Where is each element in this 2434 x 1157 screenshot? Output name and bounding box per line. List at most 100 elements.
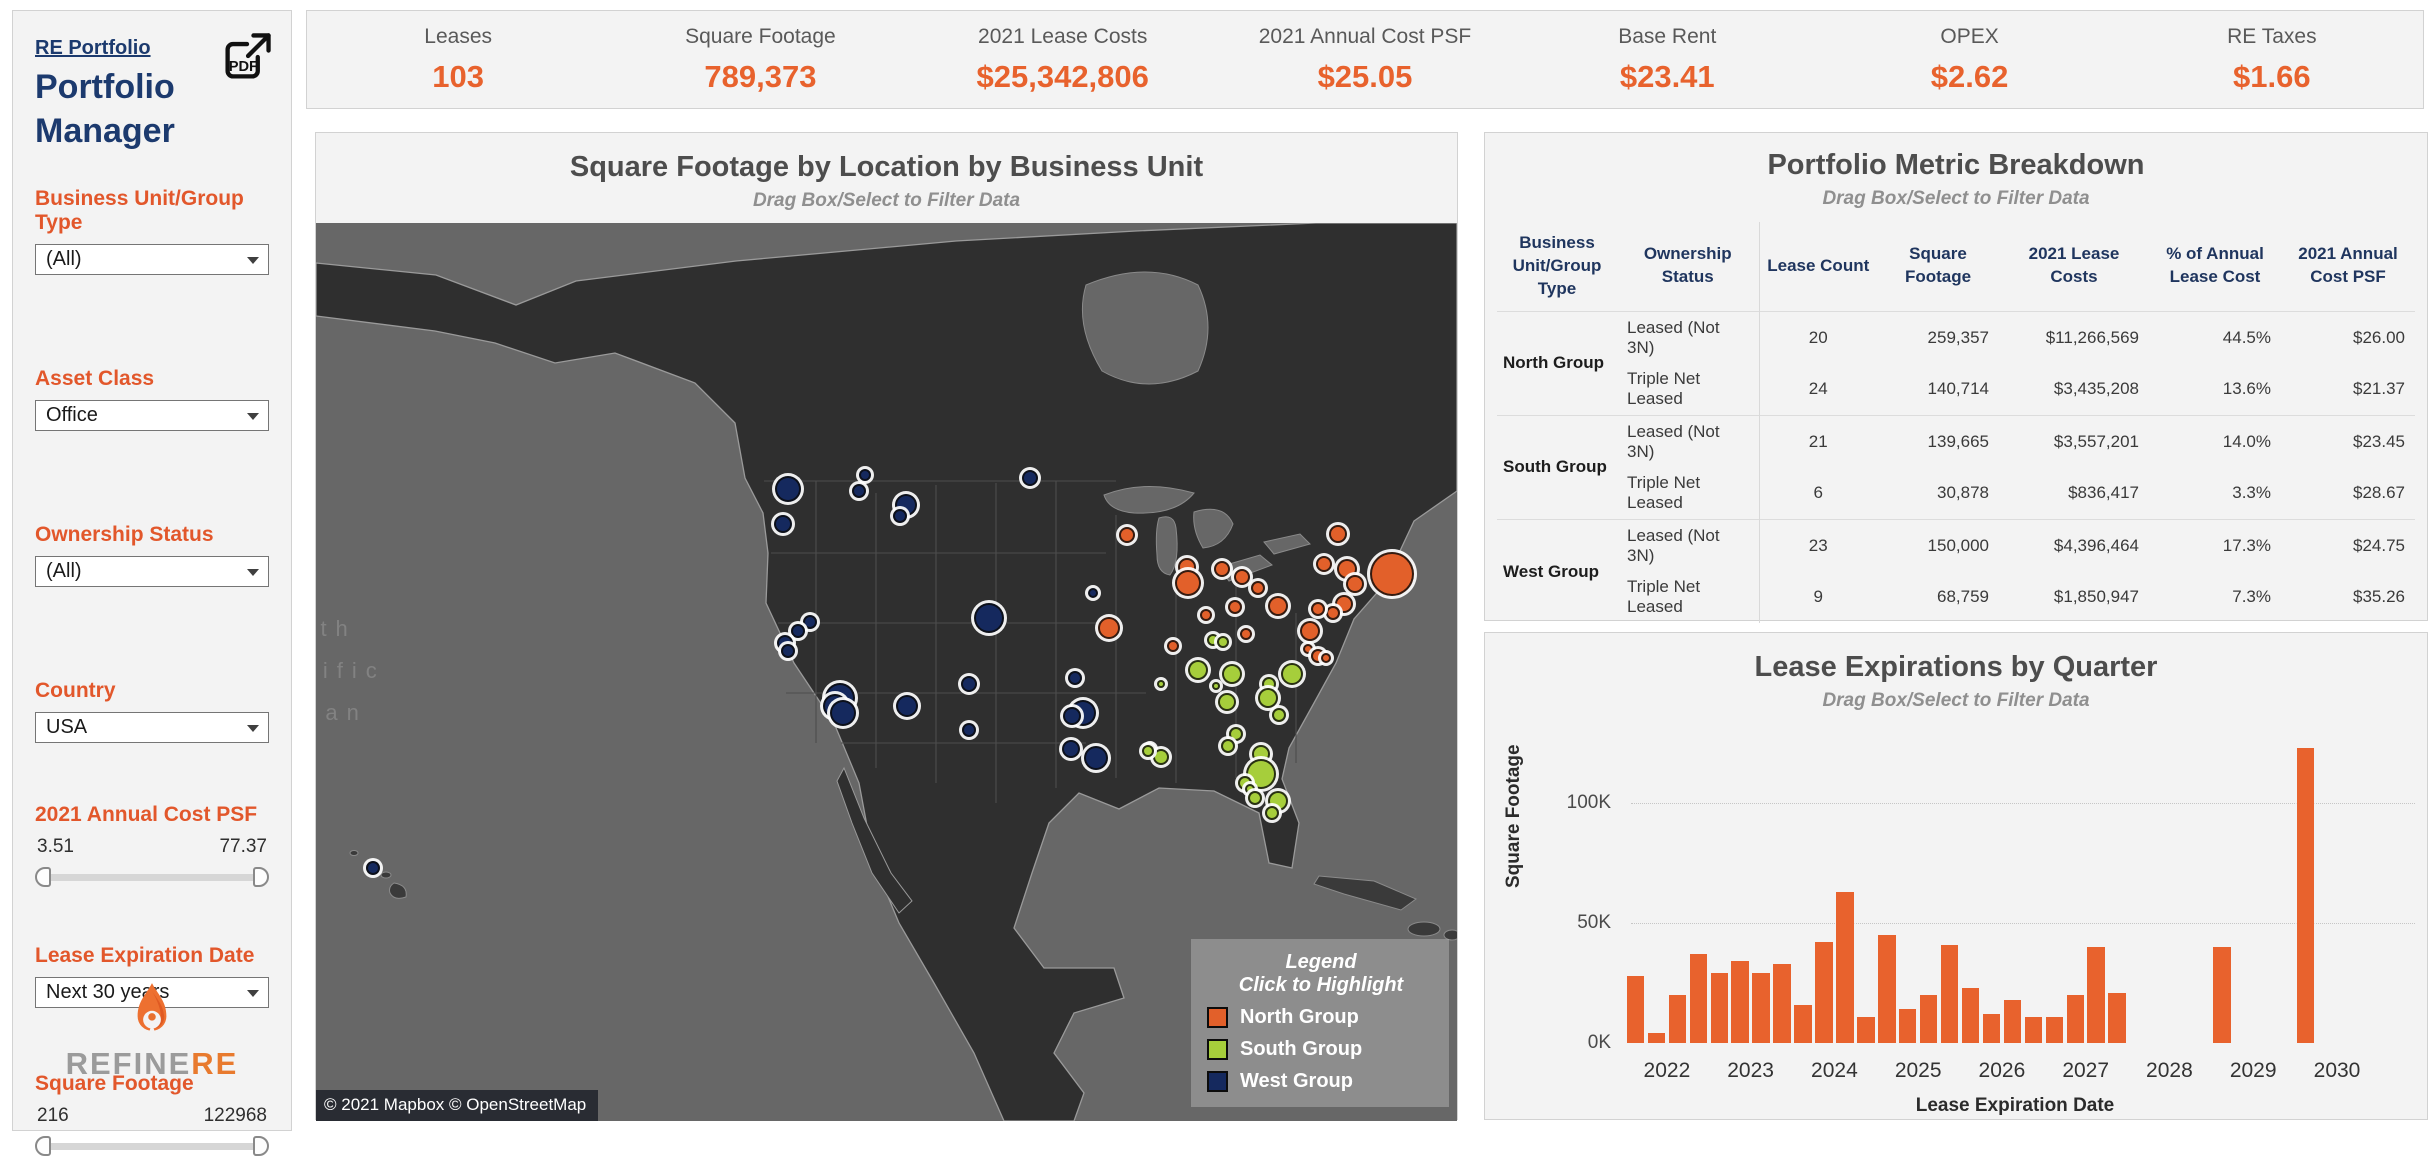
location-bubble[interactable] <box>1321 653 1331 663</box>
table-cell[interactable]: Triple Net Leased <box>1617 363 1759 415</box>
table-cell[interactable]: 24 <box>1759 363 1877 415</box>
table-cell[interactable]: 30,878 <box>1877 467 1999 519</box>
asset-class-dropdown[interactable]: Office <box>35 400 269 431</box>
location-bubble[interactable] <box>852 484 866 498</box>
table-cell[interactable]: Leased (Not 3N) <box>1617 519 1759 571</box>
bar[interactable] <box>1711 973 1729 1043</box>
square-footage-slider[interactable] <box>35 1135 269 1157</box>
location-bubble[interactable] <box>1167 640 1179 652</box>
location-bubble[interactable] <box>1119 527 1135 543</box>
location-bubble[interactable] <box>775 476 801 502</box>
column-header[interactable]: Ownership Status <box>1617 222 1759 311</box>
location-bubble[interactable] <box>1258 688 1278 708</box>
table-cell[interactable]: $35.26 <box>2281 571 2415 623</box>
location-bubble[interactable] <box>791 624 805 638</box>
table-cell[interactable]: Leased (Not 3N) <box>1617 415 1759 467</box>
table-row[interactable]: North GroupLeased (Not 3N)20259,357$11,2… <box>1497 311 2415 363</box>
location-bubble[interactable] <box>1268 596 1288 616</box>
bar[interactable] <box>1857 1017 1875 1043</box>
legend-item[interactable]: North Group <box>1207 1006 1435 1029</box>
bar[interactable] <box>1648 1033 1666 1043</box>
slider-handle-max[interactable] <box>253 1136 269 1156</box>
location-bubble[interactable] <box>1251 581 1265 595</box>
country-dropdown[interactable]: USA <box>35 712 269 743</box>
re-portfolio-link[interactable]: RE Portfolio <box>35 37 151 60</box>
bar[interactable] <box>1941 945 1959 1043</box>
table-cell[interactable]: $28.67 <box>2281 467 2415 519</box>
bar[interactable] <box>1627 976 1645 1043</box>
slider-handle-min[interactable] <box>35 867 51 887</box>
table-cell[interactable]: $26.00 <box>2281 311 2415 363</box>
location-bubble[interactable] <box>1088 588 1098 598</box>
column-header[interactable]: 2021 Lease Costs <box>1999 222 2149 311</box>
location-bubble[interactable] <box>962 723 976 737</box>
map-attribution[interactable]: © 2021 Mapbox © OpenStreetMap <box>316 1090 598 1121</box>
bar[interactable] <box>1669 995 1687 1043</box>
bar[interactable] <box>2213 947 2231 1043</box>
table-cell[interactable]: 68,759 <box>1877 571 1999 623</box>
location-bubble[interactable] <box>1370 552 1414 596</box>
pdf-export-button[interactable]: PDF <box>219 29 275 85</box>
cost-psf-slider[interactable] <box>35 866 269 888</box>
bar[interactable] <box>2025 1017 2043 1043</box>
bar[interactable] <box>1752 973 1770 1043</box>
table-cell[interactable]: 21 <box>1759 415 1877 467</box>
location-bubble[interactable] <box>1068 671 1082 685</box>
table-cell[interactable]: 139,665 <box>1877 415 1999 467</box>
location-bubble[interactable] <box>1214 561 1230 577</box>
table-cell[interactable]: 44.5% <box>2149 311 2281 363</box>
table-cell[interactable]: 6 <box>1759 467 1877 519</box>
location-bubble[interactable] <box>1281 663 1303 685</box>
legend-item[interactable]: South Group <box>1207 1038 1435 1061</box>
slider-track[interactable] <box>37 1143 267 1150</box>
bar-plot-area[interactable]: 0K50K100K2022202320242025202620272028202… <box>1625 733 2405 1043</box>
bar[interactable] <box>2067 995 2085 1043</box>
location-bubble[interactable] <box>1248 791 1262 805</box>
table-cell[interactable]: 150,000 <box>1877 519 1999 571</box>
table-cell[interactable]: 259,357 <box>1877 311 1999 363</box>
bar[interactable] <box>2046 1017 2064 1043</box>
bar[interactable] <box>1878 935 1896 1043</box>
location-bubble[interactable] <box>1175 570 1201 596</box>
column-header[interactable]: Lease Count <box>1759 222 1877 311</box>
bar[interactable] <box>1836 892 1854 1043</box>
bar[interactable] <box>1815 942 1833 1043</box>
table-cell[interactable]: 13.6% <box>2149 363 2281 415</box>
table-cell[interactable]: 23 <box>1759 519 1877 571</box>
table-cell[interactable]: 3.3% <box>2149 467 2281 519</box>
location-bubble[interactable] <box>1329 525 1347 543</box>
table-cell[interactable]: $24.75 <box>2281 519 2415 571</box>
bar[interactable] <box>1962 988 1980 1043</box>
location-bubble[interactable] <box>1200 609 1212 621</box>
table-cell[interactable]: 17.3% <box>2149 519 2281 571</box>
table-row[interactable]: Triple Net Leased630,878$836,4173.3%$28.… <box>1497 467 2415 519</box>
column-header[interactable]: 2021 Annual Cost PSF <box>2281 222 2415 311</box>
bar[interactable] <box>1899 1009 1917 1043</box>
business-unit-dropdown[interactable]: (All) <box>35 244 269 275</box>
bar[interactable] <box>1920 995 1938 1043</box>
table-cell[interactable]: $11,266,569 <box>1999 311 2149 363</box>
bar[interactable] <box>1794 1005 1812 1043</box>
legend-item[interactable]: West Group <box>1207 1070 1435 1093</box>
group-name[interactable]: North Group <box>1497 311 1617 415</box>
table-cell[interactable]: 9 <box>1759 571 1877 623</box>
ownership-status-dropdown[interactable]: (All) <box>35 556 269 587</box>
location-bubble[interactable] <box>366 861 380 875</box>
table-cell[interactable]: $836,417 <box>1999 467 2149 519</box>
location-bubble[interactable] <box>1272 708 1286 722</box>
location-bubble[interactable] <box>1218 693 1236 711</box>
table-cell[interactable]: $4,396,464 <box>1999 519 2149 571</box>
table-cell[interactable]: Triple Net Leased <box>1617 571 1759 623</box>
table-row[interactable]: Triple Net Leased24140,714$3,435,20813.6… <box>1497 363 2415 415</box>
bar[interactable] <box>1983 1014 2001 1043</box>
location-bubble[interactable] <box>1300 621 1320 641</box>
bar[interactable] <box>2297 748 2315 1043</box>
location-bubble[interactable] <box>1326 606 1340 620</box>
location-bubble[interactable] <box>1311 602 1325 616</box>
table-cell[interactable]: $23.45 <box>2281 415 2415 467</box>
location-bubble[interactable] <box>961 676 977 692</box>
bar[interactable] <box>2087 947 2105 1043</box>
table-cell[interactable]: 20 <box>1759 311 1877 363</box>
location-bubble[interactable] <box>1316 556 1332 572</box>
column-header[interactable]: % of Annual Lease Cost <box>2149 222 2281 311</box>
